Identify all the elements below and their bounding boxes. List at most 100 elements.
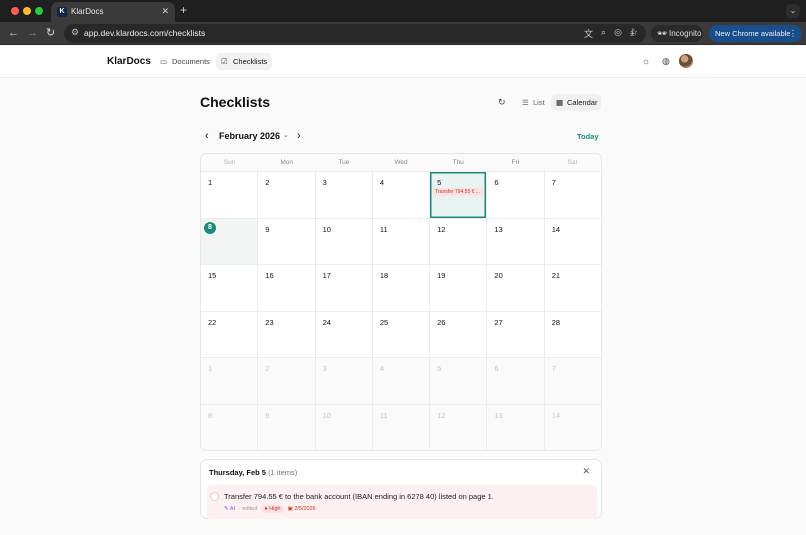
day-number: 24 (322, 317, 331, 327)
calendar-day-cell[interactable]: 13 (487, 218, 545, 265)
day-number: 1 (208, 178, 213, 187)
calendar-day-cell[interactable]: 2 (258, 172, 316, 218)
list-view-button[interactable]: ☰ List (517, 94, 550, 111)
calendar-day-cell[interactable]: 8 (201, 218, 259, 265)
calendar-day-cell[interactable]: 22 (201, 311, 259, 358)
zoom-icon[interactable]: ⌕ (601, 27, 606, 40)
more-menu-icon[interactable]: ⋮ (789, 25, 797, 42)
day-number: 7 (551, 364, 556, 374)
close-icon[interactable]: ✕ (582, 466, 590, 477)
day-number: 6 (494, 178, 499, 187)
calendar-day-cell[interactable]: 13 (487, 404, 545, 450)
day-number: 13 (494, 224, 503, 234)
close-window-button[interactable] (11, 7, 19, 15)
calendar-day-cell[interactable]: 3 (315, 172, 373, 218)
calendar-day-cell[interactable]: 26 (430, 311, 488, 358)
calendar-day-cell[interactable]: 28 (544, 311, 601, 358)
calendar-day-cell[interactable]: 10 (315, 218, 373, 265)
reload-icon[interactable]: ↻ (46, 26, 55, 40)
day-number: 26 (437, 317, 446, 327)
today-button[interactable]: Today (577, 132, 599, 141)
calendar-day-cell[interactable]: 1 (201, 172, 259, 218)
day-number: 4 (379, 364, 385, 374)
calendar-day-cell[interactable]: 15 (201, 265, 259, 311)
calendar-day-cell[interactable]: 24 (315, 311, 373, 358)
priority-badge: ● High (261, 505, 284, 513)
calendar-day-cell[interactable]: 14 (544, 404, 601, 450)
calendar-day-cell[interactable]: 2 (258, 358, 316, 404)
calendar-event-chip[interactable]: Transfer 794.55 € ... (433, 188, 484, 196)
calendar-day-cell[interactable]: 14 (544, 218, 601, 265)
klardocs-favicon-icon: K (57, 7, 67, 17)
next-month-icon[interactable]: › (297, 129, 301, 143)
nav-documents[interactable]: ▭ Documents (155, 53, 215, 70)
theme-toggle-icon[interactable]: ☼ (642, 55, 650, 67)
calendar-day-cell[interactable]: 12 (430, 218, 488, 265)
calendar-day-cell[interactable]: 7 (544, 358, 601, 404)
month-label[interactable]: February 2026 (219, 131, 280, 141)
calendar-day-cell[interactable]: 17 (315, 265, 373, 311)
month-dropdown-icon[interactable]: ⌄ (283, 131, 289, 139)
calendar-day-cell[interactable]: 16 (258, 265, 316, 311)
calendar-day-cell[interactable]: 11 (372, 404, 431, 450)
nav-checklists[interactable]: ☑ Checklists (216, 53, 273, 70)
url-text[interactable]: app.dev.klardocs.com/checklists (84, 28, 205, 38)
back-icon[interactable]: ← (8, 26, 19, 40)
calendar-day-cell[interactable]: 6 (487, 358, 545, 404)
calendar-day-cell[interactable]: 9 (258, 404, 316, 450)
calendar-day-cell[interactable]: 20 (487, 265, 545, 311)
detail-count: (1 items) (268, 468, 298, 477)
priority-label: High (269, 506, 281, 512)
zoom-window-button[interactable] (35, 7, 43, 15)
new-tab-icon[interactable]: + (180, 4, 187, 16)
site-info-icon[interactable]: ⚙ (71, 27, 79, 38)
day-number: 12 (437, 410, 446, 420)
calendar-day-cell[interactable]: 23 (258, 311, 316, 358)
calendar-day-cell[interactable]: 12 (430, 404, 488, 450)
calendar-day-cell[interactable]: 8 (201, 404, 259, 450)
browser-tab[interactable]: K KlarDocs ✕ (51, 2, 175, 22)
translate-icon[interactable]: 文 (584, 27, 593, 40)
calendar-day-cell[interactable]: 4 (372, 358, 431, 404)
task-checkbox[interactable] (210, 492, 219, 501)
calendar-day-cell[interactable]: 19 (430, 265, 488, 311)
calendar-day-cell[interactable]: 25 (372, 311, 431, 358)
day-number: 14 (551, 224, 561, 234)
app-logo[interactable]: KlarDocs (107, 56, 151, 67)
incognito-label: Incognito (669, 29, 702, 38)
day-number: 15 (208, 271, 217, 281)
calendar-day-cell[interactable]: 21 (544, 265, 601, 311)
incognito-badge[interactable]: 🕶 Incognito (651, 25, 703, 42)
calendar-day-cell[interactable]: 9 (258, 218, 316, 265)
calendar-day-cell[interactable]: 4 (372, 172, 431, 218)
calendar-day-cell[interactable]: 18 (372, 265, 431, 311)
calendar-day-cell[interactable]: 11 (372, 218, 431, 265)
user-avatar[interactable] (679, 54, 693, 68)
calendar-view-button[interactable]: ▦ Calendar (551, 94, 601, 111)
refresh-icon[interactable]: ↻ (498, 97, 506, 108)
task-meta: ✎ AI · edited ● High ▣ 2/5/2026 (224, 505, 316, 513)
detail-date: Thursday, Feb 5 (209, 468, 266, 477)
language-globe-icon[interactable]: ◍ (662, 55, 670, 67)
calendar-day-cell[interactable]: 6 (487, 172, 545, 218)
forward-icon[interactable]: → (27, 26, 38, 40)
calendar-day-cell[interactable]: 1 (201, 358, 259, 404)
chrome-update-button[interactable]: New Chrome available ⋮ (709, 25, 802, 42)
calendar-day-cell[interactable]: 7 (544, 172, 601, 218)
close-tab-icon[interactable]: ✕ (161, 6, 169, 16)
minimize-window-button[interactable] (23, 7, 31, 15)
checklist-item[interactable]: Transfer 794.55 € to the bank account (I… (207, 485, 597, 519)
eye-off-icon[interactable]: ◎ (614, 27, 622, 40)
calendar-day-cell[interactable]: 10 (315, 404, 373, 450)
day-number: 2 (265, 364, 270, 374)
calendar-day-cell[interactable]: 3 (315, 358, 373, 404)
address-bar[interactable]: ⚙ app.dev.klardocs.com/checklists 文 ⌕ ◎ … (64, 24, 646, 43)
previous-month-icon[interactable]: ‹ (205, 129, 209, 143)
download-icon[interactable]: ⤓ (630, 27, 634, 38)
weekday-label: Tue (338, 159, 350, 166)
calendar-day-cell[interactable]: 27 (487, 311, 545, 358)
calendar-day-cell[interactable]: 5 (430, 358, 488, 404)
task-text[interactable]: Transfer 794.55 € to the bank account (I… (224, 492, 494, 501)
calendar-day-cell[interactable]: 5 Transfer 794.55 € ... (430, 172, 488, 218)
tab-search-icon[interactable]: ⌄ (786, 4, 800, 18)
